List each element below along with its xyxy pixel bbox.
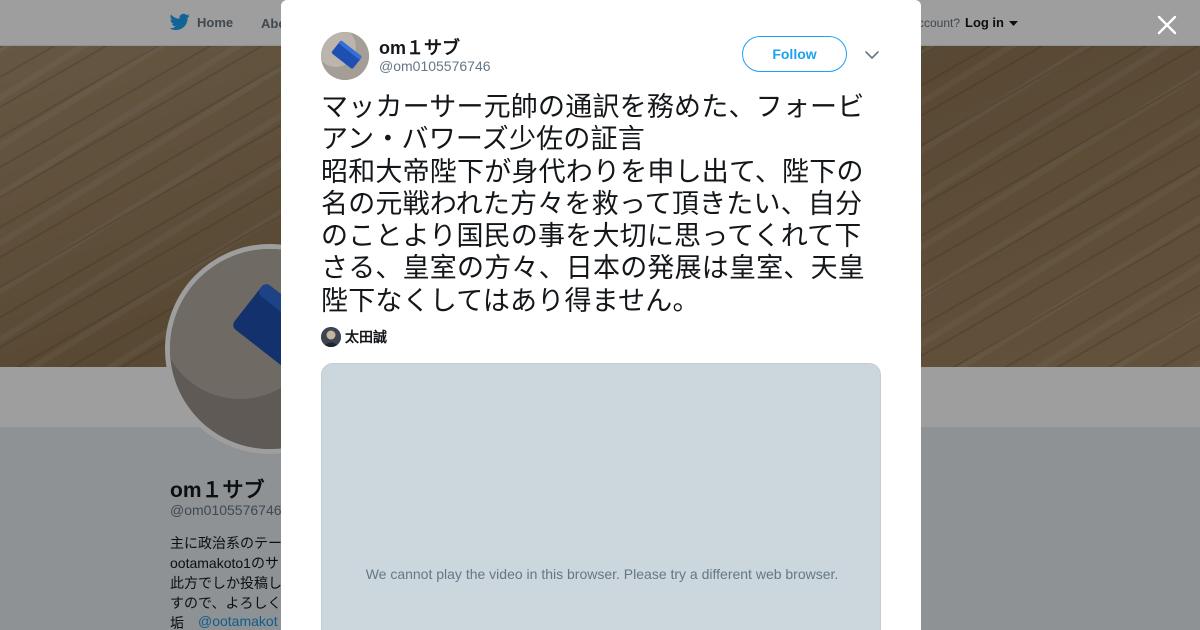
- quoted-user[interactable]: 太田誠: [321, 327, 387, 347]
- quoted-avatar-image: [321, 327, 341, 347]
- author-handle[interactable]: @om0105576746: [379, 58, 491, 74]
- author-avatar[interactable]: [321, 32, 369, 80]
- video-player[interactable]: We cannot play the video in this browser…: [321, 363, 881, 630]
- chevron-down-icon: [865, 51, 879, 59]
- video-error-message: We cannot play the video in this browser…: [365, 566, 839, 582]
- follow-button[interactable]: Follow: [742, 36, 847, 72]
- quoted-user-avatar: [321, 327, 341, 347]
- tweet-modal: om１サブ @om0105576746 Follow マッカーサー元帥の通訳を務…: [281, 0, 921, 630]
- quoted-user-name: 太田誠: [345, 329, 387, 345]
- close-button[interactable]: [1154, 12, 1180, 38]
- tweet-text: マッカーサー元帥の通訳を務めた、フォービアン・バワーズ少佐の証言 昭和大帝陛下が…: [321, 92, 865, 317]
- more-options-button[interactable]: [864, 47, 880, 63]
- author-avatar-image: [321, 32, 369, 80]
- close-icon: [1157, 15, 1177, 35]
- author-name[interactable]: om１サブ: [379, 34, 460, 60]
